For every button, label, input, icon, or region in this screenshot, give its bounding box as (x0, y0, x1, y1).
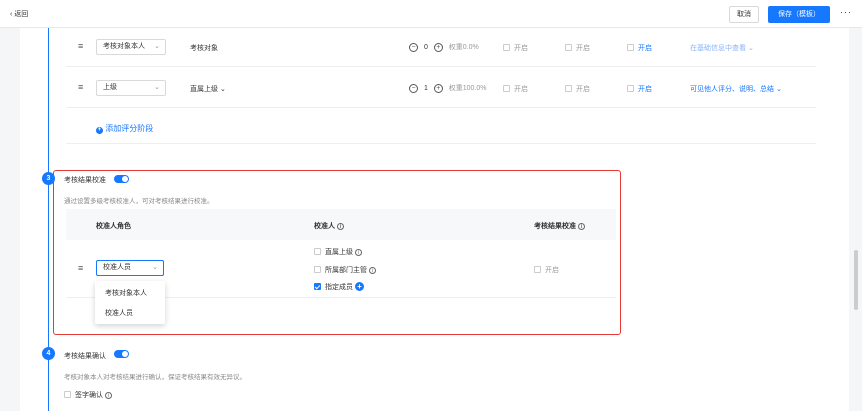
drag-handle-icon[interactable]: ≡ (78, 82, 83, 92)
toggle-option-1[interactable]: 开启 (503, 84, 528, 94)
chevron-down-icon: ⌄ (154, 43, 160, 50)
add-stage-button[interactable]: + 添加评分阶段 (96, 123, 153, 134)
minus-icon[interactable]: − (409, 84, 418, 93)
stage-row: ≡ 考核对象本人 ⌄ 考核对象 − 0 + 权重0.0% 开启 开启 开启 在基… (66, 29, 816, 67)
chevron-down-icon: ⌄ (154, 84, 160, 91)
stage-role-select[interactable]: 考核对象本人 ⌄ (96, 39, 166, 55)
add-stage-label: 添加评分阶段 (105, 124, 154, 133)
minus-icon[interactable]: − (409, 43, 418, 52)
plus-icon[interactable]: + (433, 84, 443, 93)
checkbox[interactable] (627, 44, 634, 51)
cancel-button[interactable]: 取消 (729, 6, 759, 23)
confirmation-toggle[interactable] (114, 350, 129, 358)
back-link[interactable]: ‹ 返回 (10, 9, 28, 19)
scrollbar-thumb[interactable] (854, 250, 858, 310)
sign-confirm-option[interactable]: 签字确认 i (64, 390, 112, 400)
option-label: 开启 (514, 45, 528, 52)
toggle-option-1[interactable]: 开启 (503, 43, 528, 53)
section-title: 考核结果确认 (64, 353, 106, 360)
save-template-button[interactable]: 保存（模板） (768, 6, 830, 23)
more-icon[interactable]: ··· (840, 7, 852, 17)
checkbox[interactable] (503, 44, 510, 51)
option-label: 开启 (638, 45, 652, 52)
toggle-option-2[interactable]: 开启 (565, 43, 590, 53)
weight-stepper[interactable]: − 0 + 权重0.0% (409, 42, 479, 52)
plus-icon[interactable]: + (433, 43, 443, 52)
info-icon[interactable]: i (105, 392, 112, 399)
section-description: 考核对象本人对考核结果进行确认，保证考核结果有效无异议。 (64, 374, 246, 381)
option-label: 开启 (576, 86, 590, 93)
checkbox[interactable] (503, 85, 510, 92)
checkbox[interactable] (565, 85, 572, 92)
stage-row: ≡ 上级 ⌄ 直属上级 ⌄ − 1 + 权重100.0% 开启 开启 开启 可见… (66, 70, 816, 108)
toggle-option-2[interactable]: 开启 (565, 84, 590, 94)
weight-count: 0 (423, 44, 428, 51)
toggle-option-3[interactable]: 开启 (627, 43, 652, 53)
weight-label: 权重0.0% (448, 44, 479, 51)
visibility-select[interactable]: 可见他人评分、说明、总结 ⌄ (690, 84, 782, 94)
option-label: 开启 (514, 86, 528, 93)
checkbox[interactable] (565, 44, 572, 51)
stage-name-select[interactable]: 直属上级 ⌄ (190, 84, 226, 94)
plus-circle-icon: + (96, 127, 103, 134)
stage-role-value: 上级 (103, 84, 117, 91)
highlight-box (53, 170, 621, 335)
stage-name: 考核对象 (190, 45, 218, 52)
weight-stepper[interactable]: − 1 + 权重100.0% (409, 83, 487, 93)
add-stage-row: + 添加评分阶段 (66, 110, 816, 144)
weight-count: 1 (423, 85, 428, 92)
checkbox[interactable] (627, 85, 634, 92)
visibility-select[interactable]: 在基础信息中查看 ⌄ (690, 43, 754, 53)
toggle-option-3[interactable]: 开启 (627, 84, 652, 94)
step-number: 4 (42, 347, 55, 360)
option-label: 开启 (576, 45, 590, 52)
checkbox[interactable] (64, 391, 71, 398)
stage-role-value: 考核对象本人 (103, 43, 145, 50)
weight-label: 权重100.0% (448, 85, 487, 92)
drag-handle-icon[interactable]: ≡ (78, 41, 83, 51)
top-bar: ‹ 返回 取消 保存（模板） ··· (0, 0, 862, 28)
option-label: 签字确认 (75, 392, 103, 399)
stage-role-select[interactable]: 上级 ⌄ (96, 80, 166, 96)
option-label: 开启 (638, 86, 652, 93)
